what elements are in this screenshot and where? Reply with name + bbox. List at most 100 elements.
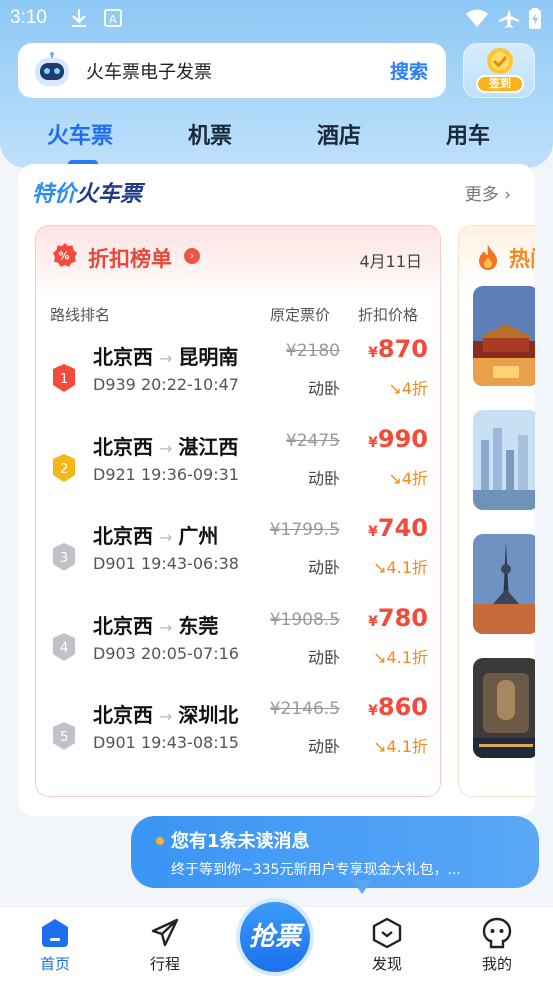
svg-text:4: 4 [60,641,68,656]
train-info: D901 19:43-08:15 [93,733,239,752]
train-info: D939 20:22-10:47 [93,375,239,394]
tab-car[interactable]: 用车 [446,118,490,150]
discover-icon [372,917,402,949]
checkin-badge-icon [487,48,513,74]
route-name: 北京西 → 广州 [93,524,219,548]
nav-profile[interactable]: 我的 [467,917,527,974]
trend-down-icon: ↘ [373,737,387,756]
search-box[interactable]: 火车票电子发票 搜索 [18,43,446,98]
hot-header: 热门 [459,226,535,286]
battery-charging-icon [529,8,541,29]
unread-message-bubble[interactable]: 您有1条未读消息 终于等到你~335元新用户专享现金大礼包，... [131,816,539,888]
ranking-title: 折扣榜单 [88,247,172,271]
svg-text:3: 3 [60,551,68,566]
discount-rate: ↘4折 [388,379,428,398]
trend-down-icon: ↘ [388,379,402,398]
train-info: D901 19:43-06:38 [93,554,239,573]
discount-price: ¥870 [368,335,428,363]
message-tail [352,880,372,894]
arrow-right-icon: → [159,707,173,726]
train-info: D921 19:36-09:31 [93,464,239,484]
section-title: 特价火车票 [32,182,143,207]
seat-type: 动卧 [307,379,340,398]
svg-text:A: A [109,13,117,26]
more-link[interactable]: 更多 › [465,180,511,205]
category-tabs: 火车票 机票 酒店 用车 [0,118,553,158]
a-icon: A [104,9,122,27]
ranking-date: 4月11日 [359,252,422,271]
download-icon [72,9,86,27]
discount-rate: ↘4.1折 [373,558,428,577]
rank-badge-icon: 4 [53,632,75,661]
discount-price: ¥860 [368,693,428,721]
svg-text:5: 5 [60,730,68,745]
hot-destination-image[interactable] [473,410,535,510]
discount-price: ¥740 [368,514,428,542]
checkin-button[interactable]: 签到 [463,43,535,98]
nav-home[interactable]: 首页 [25,917,85,974]
column-header-discount: 折扣价格 [358,306,419,324]
svg-text:2: 2 [60,462,68,477]
hot-destination-image[interactable] [473,286,535,386]
discount-ranking-card[interactable]: % 折扣榜单 › 4月11日 路线排名 原定票价 折扣价格 1 北京西 → 昆明南 D9… [35,225,441,797]
tab-hotel[interactable]: 酒店 [317,118,361,150]
ranking-row[interactable]: 2 北京西 → 湛江西 D921 19:36-09:31 ¥2475 动卧 ¥990 ↘4折 [36,425,440,521]
route-name: 北京西 → 深圳北 [93,703,239,727]
trend-down-icon: ↘ [373,647,387,667]
discount-rate: ↘4折 [388,468,428,488]
search-input[interactable]: 火车票电子发票 [86,58,212,84]
seat-type: 动卧 [307,647,340,667]
percent-badge-icon: % [53,243,77,267]
grab-ticket-button[interactable]: 抢票 [236,898,314,976]
status-bar: 3:10 A [0,0,553,38]
trend-down-icon: ↘ [388,468,402,488]
seat-type: 动卧 [307,468,340,488]
nav-trips[interactable]: 行程 [135,917,195,974]
original-price: ¥1799.5 [269,520,340,540]
ranking-row[interactable]: 5 北京西 → 深圳北 D901 19:43-08:15 ¥2146.5 动卧 ¥860 ↘4.… [36,693,440,789]
message-body: 终于等到你~335元新用户专享现金大礼包，... [171,862,461,878]
special-train-card: 特价火车票 更多 › % 折扣榜单 › 4月11日 路线排名 原定票价 折扣价格… [18,164,535,816]
search-button[interactable]: 搜索 [390,57,428,84]
seat-type: 动卧 [307,737,340,756]
column-header-original: 原定票价 [270,306,331,324]
robot-icon [35,52,69,86]
paper-plane-icon [151,918,179,947]
hot-destination-image[interactable] [473,658,535,758]
original-price: ¥1908.5 [269,609,340,630]
ranking-row[interactable]: 1 北京西 → 昆明南 D939 20:22-10:47 ¥2180 动卧 ¥870 ↘4折 [36,335,440,431]
fire-icon [479,245,497,270]
route-name: 北京西 → 昆明南 [93,345,239,369]
discount-rate: ↘4.1折 [373,647,428,667]
hot-destinations-card[interactable]: 热门 [458,225,535,797]
status-time: 3:10 [10,7,47,28]
nav-discover[interactable]: 发现 [357,917,417,974]
hot-destination-image[interactable] [473,534,535,634]
rank-badge-icon: 3 [53,543,75,571]
original-price: ¥2146.5 [269,699,340,719]
checkin-label: 签到 [476,75,524,93]
seat-type: 动卧 [307,558,340,577]
ranking-header: % 折扣榜单 › 4月11日 [36,226,440,296]
message-title: 您有1条未读消息 [171,831,310,852]
arrow-right-icon: → [159,438,173,458]
svg-text:1: 1 [60,372,68,387]
original-price: ¥2475 [285,430,340,451]
discount-rate: ↘4.1折 [373,737,428,756]
profile-icon [482,917,512,949]
rank-badge-icon: 2 [53,453,75,482]
ranking-row[interactable]: 4 北京西 → 东莞 D903 20:05-07:16 ¥1908.5 动卧 ¥780 ↘4.1… [36,604,440,700]
chevron-right-icon[interactable]: › [184,248,200,264]
hot-title: 热门 [509,247,535,271]
airplane-mode-icon [499,9,519,28]
tab-flight[interactable]: 机票 [188,118,232,150]
rank-badge-icon: 5 [53,722,75,750]
discount-price: ¥780 [368,603,428,632]
tab-train[interactable]: 火车票 [47,118,113,150]
unread-dot [156,837,164,845]
ranking-row[interactable]: 3 北京西 → 广州 D901 19:43-06:38 ¥1799.5 动卧 ¥740 ↘4.1… [36,514,440,610]
rank-badge-icon: 1 [53,364,75,392]
arrow-right-icon: → [159,349,173,368]
chevron-right-icon: › [504,185,511,205]
arrow-right-icon: → [159,617,173,637]
